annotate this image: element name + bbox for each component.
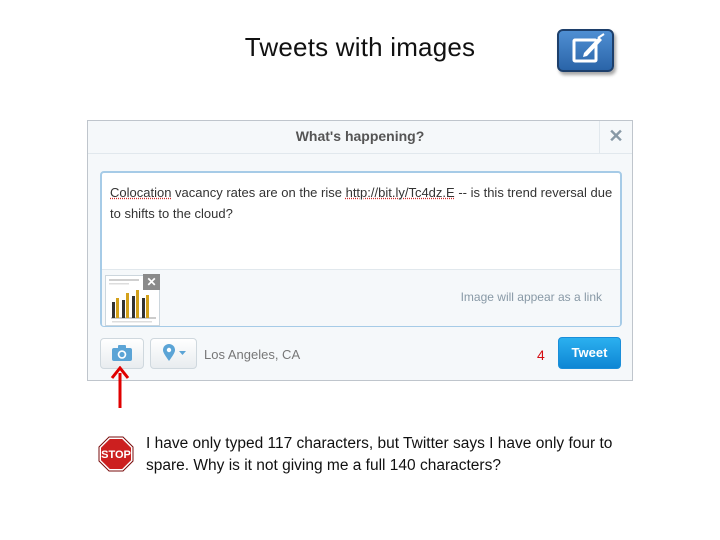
dialog-title: What's happening?	[295, 128, 425, 144]
add-photo-button[interactable]	[100, 338, 144, 369]
close-icon[interactable]: ✕	[599, 121, 632, 153]
tweet-dialog: What's happening? ✕ Colocation vacancy r…	[87, 120, 633, 381]
add-location-button[interactable]	[150, 338, 197, 369]
tweet-text-body: vacancy rates are on the rise	[171, 185, 346, 200]
tweet-link[interactable]: http://bit.ly/Tc4dz.E	[346, 185, 455, 200]
compose-tweet-icon[interactable]	[557, 29, 614, 72]
remove-image-icon[interactable]: ✕	[143, 274, 160, 290]
tweet-textarea[interactable]: Colocation vacancy rates are on the rise…	[100, 171, 622, 327]
svg-text:STOP: STOP	[101, 449, 131, 461]
dialog-header: What's happening? ✕	[88, 121, 632, 154]
red-up-arrow-icon	[110, 366, 130, 408]
tweet-text-flagged-word: Colocation	[110, 185, 172, 200]
attachment-area: ✕ Image will appear as a link	[102, 269, 620, 326]
location-label: Los Angeles, CA	[204, 347, 301, 362]
image-link-note: Image will appear as a link	[460, 290, 602, 304]
tweet-text: Colocation vacancy rates are on the rise…	[110, 182, 616, 224]
stop-sign-icon: STOP	[98, 436, 134, 472]
slide-note: I have only typed 117 characters, but Tw…	[146, 435, 613, 474]
remaining-character-count: 4	[537, 347, 545, 363]
tweet-button[interactable]: Tweet	[558, 337, 621, 369]
